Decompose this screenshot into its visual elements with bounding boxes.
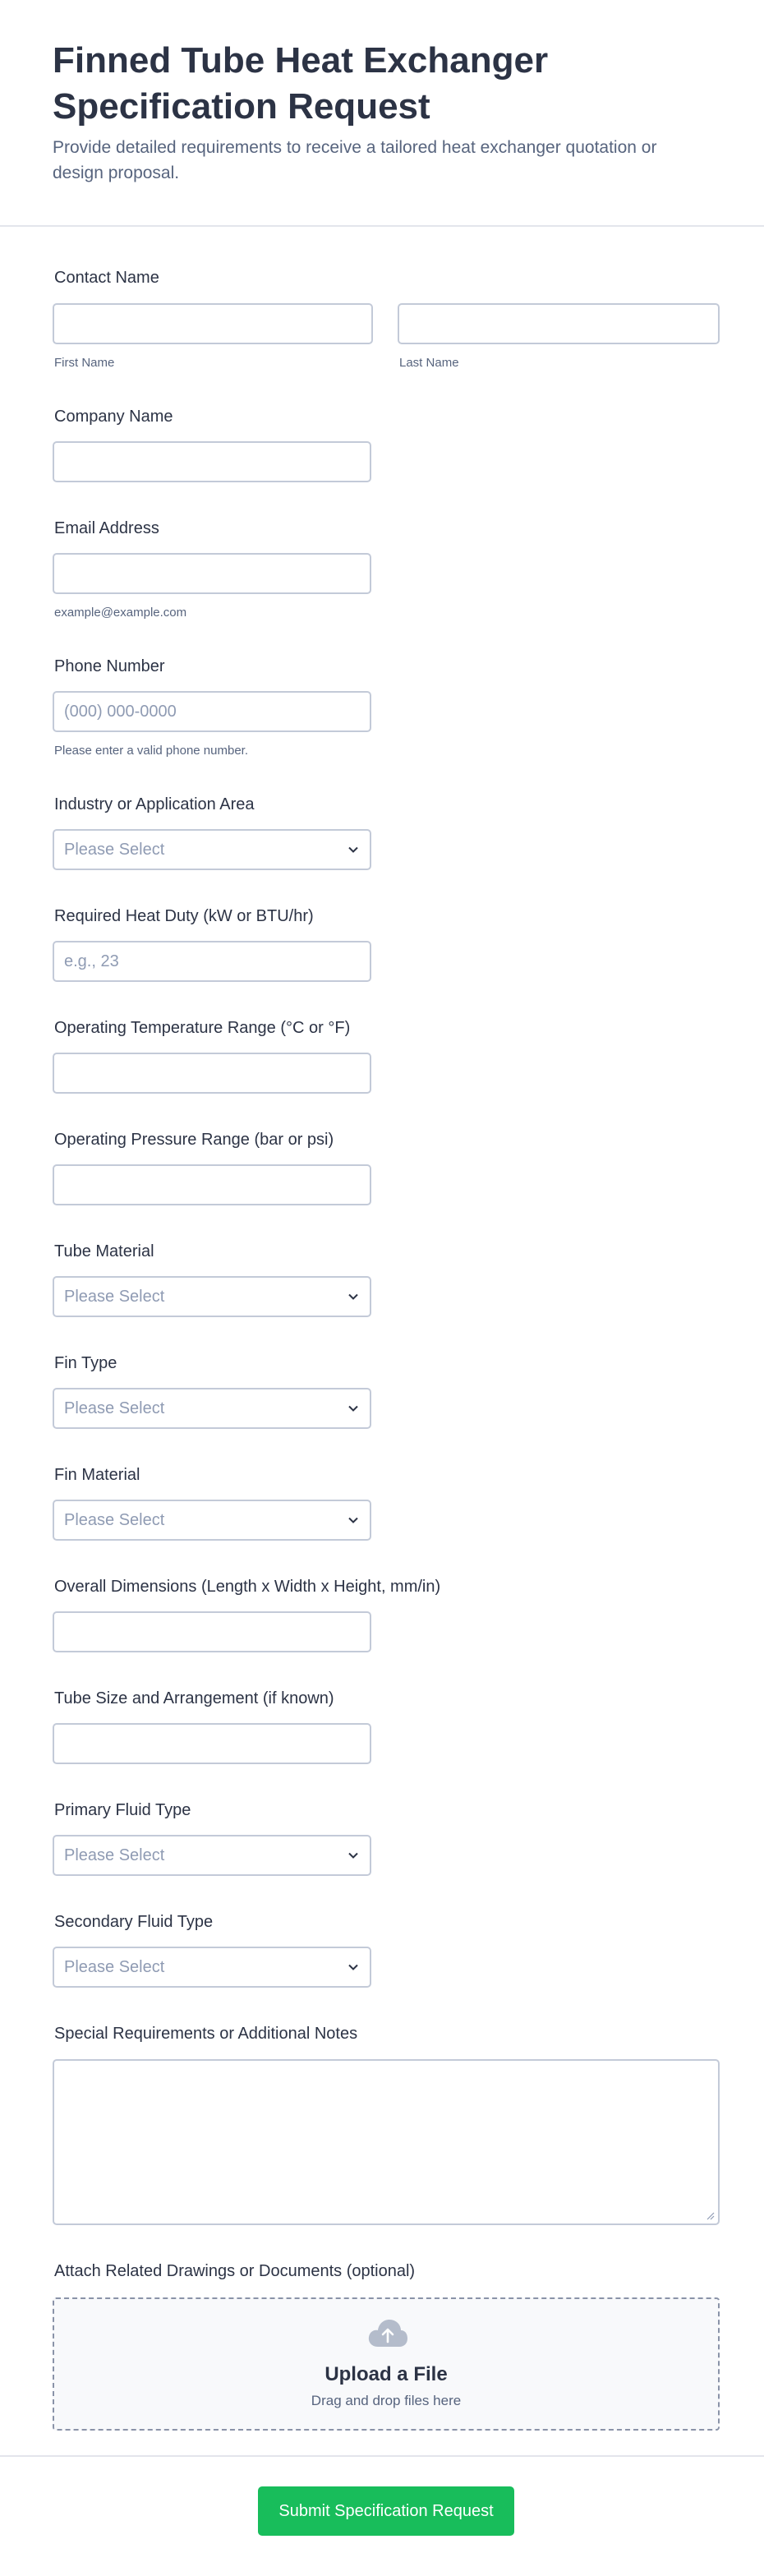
email-sublabel: example@example.com: [54, 606, 187, 620]
chevron-down-icon: [348, 1517, 358, 1523]
last-name-input[interactable]: [398, 303, 720, 344]
chevron-down-icon: [348, 1405, 358, 1412]
industry-selected-value: Please Select: [64, 840, 165, 859]
form-title: Finned Tube Heat Exchanger Specification…: [53, 40, 549, 127]
phone-sublabel: Please enter a valid phone number.: [54, 744, 248, 758]
company-name-input[interactable]: [53, 441, 371, 482]
attachments-label: Attach Related Drawings or Documents (op…: [54, 2262, 416, 2280]
form-subtitle: Provide detailed requirements to receive…: [53, 138, 657, 182]
tube-material-selected-value: Please Select: [64, 1287, 165, 1306]
secondary-fluid-selected-value: Please Select: [64, 1957, 165, 1976]
secondary-fluid-select[interactable]: Please Select: [53, 1947, 371, 1988]
dimensions-label: Overall Dimensions (Length x Width x Hei…: [54, 1578, 441, 1596]
industry-select[interactable]: Please Select: [53, 829, 371, 870]
first-name-sublabel: First Name: [54, 356, 115, 370]
form-header: Finned Tube Heat Exchanger Specification…: [0, 0, 764, 227]
primary-fluid-label: Primary Fluid Type: [54, 1801, 191, 1819]
heat-duty-label: Required Heat Duty (kW or BTU/hr): [54, 907, 314, 925]
industry-label: Industry or Application Area: [54, 795, 255, 813]
secondary-fluid-label: Secondary Fluid Type: [54, 1913, 214, 1931]
fin-type-select[interactable]: Please Select: [53, 1388, 371, 1429]
phone-label: Phone Number: [54, 657, 165, 675]
tube-material-select[interactable]: Please Select: [53, 1276, 371, 1317]
last-name-sublabel: Last Name: [399, 356, 459, 370]
dimensions-input[interactable]: [53, 1611, 371, 1652]
submit-button[interactable]: Submit Specification Request: [258, 2486, 514, 2536]
fin-type-label: Fin Type: [54, 1354, 117, 1372]
pressure-range-label: Operating Pressure Range (bar or psi): [54, 1131, 334, 1149]
company-name-label: Company Name: [54, 408, 173, 426]
first-name-input[interactable]: [53, 303, 373, 344]
heat-duty-input[interactable]: e.g., 23: [53, 941, 371, 982]
contact-name-label: Contact Name: [54, 269, 159, 287]
resize-handle-icon[interactable]: [705, 2210, 715, 2220]
tube-size-input[interactable]: [53, 1723, 371, 1764]
primary-fluid-selected-value: Please Select: [64, 1846, 165, 1864]
notes-textarea[interactable]: [53, 2059, 720, 2225]
upload-title: Upload a File: [324, 2363, 448, 2385]
fin-material-label: Fin Material: [54, 1466, 140, 1484]
tube-size-label: Tube Size and Arrangement (if known): [54, 1689, 334, 1707]
chevron-down-icon: [348, 846, 358, 853]
notes-label: Special Requirements or Additional Notes: [54, 2025, 358, 2043]
footer-divider: [0, 2455, 764, 2457]
pressure-range-input[interactable]: [53, 1164, 371, 1205]
chevron-down-icon: [348, 1964, 358, 1970]
primary-fluid-select[interactable]: Please Select: [53, 1835, 371, 1876]
fin-type-selected-value: Please Select: [64, 1399, 165, 1417]
email-input[interactable]: [53, 553, 371, 594]
cloud-upload-icon: [368, 2320, 407, 2347]
fin-material-selected-value: Please Select: [64, 1510, 165, 1529]
temperature-range-label: Operating Temperature Range (°C or °F): [54, 1019, 351, 1037]
tube-material-label: Tube Material: [54, 1242, 154, 1260]
chevron-down-icon: [348, 1293, 358, 1300]
phone-input[interactable]: (000) 000-0000: [53, 691, 371, 732]
upload-hint: Drag and drop files here: [311, 2393, 462, 2408]
chevron-down-icon: [348, 1852, 358, 1859]
file-upload-dropzone[interactable]: Upload a File Drag and drop files here: [53, 2297, 720, 2431]
email-label: Email Address: [54, 519, 159, 537]
temperature-range-input[interactable]: [53, 1053, 371, 1094]
fin-material-select[interactable]: Please Select: [53, 1500, 371, 1541]
